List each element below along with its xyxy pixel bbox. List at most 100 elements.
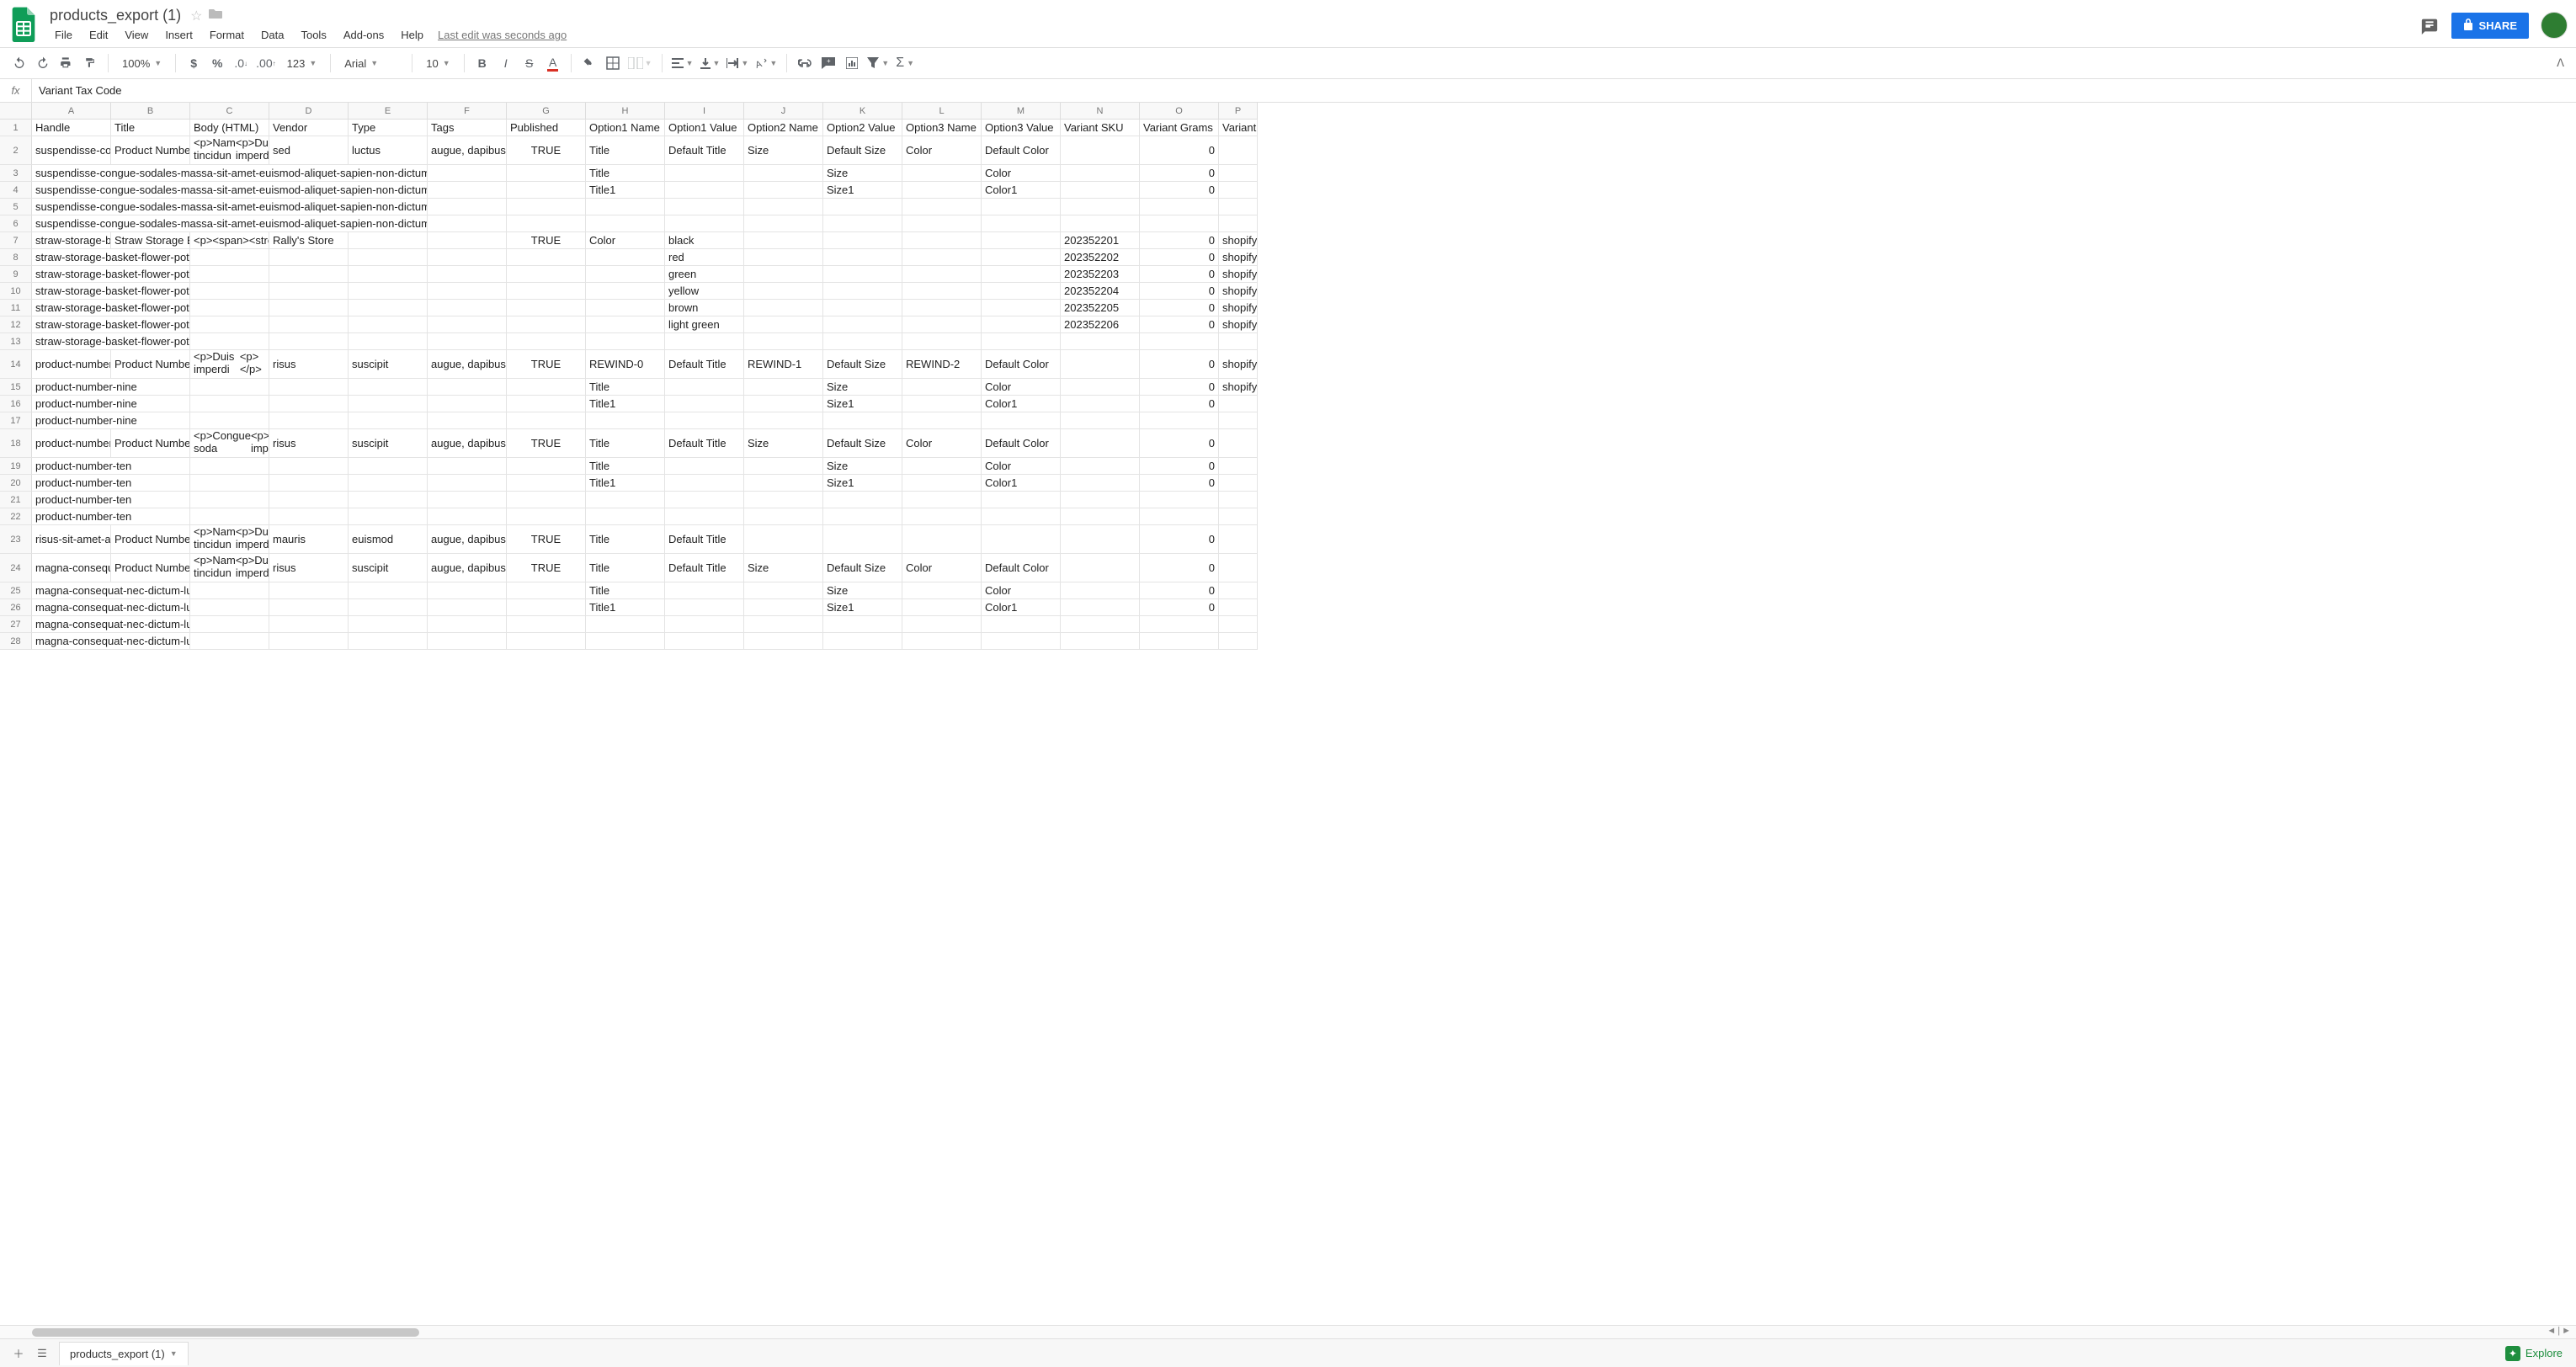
cell-F16[interactable] [428,396,507,412]
cell-O11[interactable]: 0 [1140,300,1219,316]
cell-D14[interactable]: risus [269,350,349,379]
scrollbar-thumb[interactable] [32,1328,419,1337]
cell-I3[interactable] [665,165,744,182]
cell-K18[interactable]: Default Size [823,429,902,458]
cell-A9[interactable]: straw-storage-basket-flower-pot [32,266,190,283]
cell-D15[interactable] [269,379,349,396]
cell-P15[interactable]: shopify [1219,379,1258,396]
row-head-16[interactable]: 16 [0,396,32,412]
cell-D26[interactable] [269,599,349,616]
all-sheets-icon[interactable]: ☰ [30,1342,54,1365]
col-head-N[interactable]: N [1061,103,1140,120]
row-head-15[interactable]: 15 [0,379,32,396]
cell-K11[interactable] [823,300,902,316]
cell-I18[interactable]: Default Title [665,429,744,458]
cell-O7[interactable]: 0 [1140,232,1219,249]
menu-view[interactable]: View [117,26,156,44]
cell-N16[interactable] [1061,396,1140,412]
cell-H12[interactable] [586,316,665,333]
cell-A27[interactable]: magna-consequat-nec-dictum-luctus [32,616,190,633]
cell-M23[interactable] [982,525,1061,554]
cell-E21[interactable] [349,492,428,508]
cell-J12[interactable] [744,316,823,333]
cell-B14[interactable]: Product Number [111,350,190,379]
cell-D9[interactable] [269,266,349,283]
cell-N21[interactable] [1061,492,1140,508]
cell-K6[interactable] [823,215,902,232]
cell-I8[interactable]: red [665,249,744,266]
cell-P14[interactable]: shopify [1219,350,1258,379]
cell-E26[interactable] [349,599,428,616]
cell-C19[interactable] [190,458,269,475]
cell-A7[interactable]: straw-storage-ba [32,232,111,249]
menu-data[interactable]: Data [253,26,291,44]
cell-K5[interactable] [823,199,902,215]
cell-P2[interactable] [1219,136,1258,165]
cell-K10[interactable] [823,283,902,300]
cell-D13[interactable] [269,333,349,350]
cell-L10[interactable] [902,283,982,300]
add-sheet-icon[interactable]: ＋ [7,1342,30,1365]
cell-J26[interactable] [744,599,823,616]
cell-K4[interactable]: Size1 [823,182,902,199]
cell-O6[interactable] [1140,215,1219,232]
cell-E18[interactable]: suscipit [349,429,428,458]
cell-E20[interactable] [349,475,428,492]
redo-icon[interactable] [32,52,54,74]
cell-C13[interactable] [190,333,269,350]
cell-D21[interactable] [269,492,349,508]
cell-O8[interactable]: 0 [1140,249,1219,266]
row-head-20[interactable]: 20 [0,475,32,492]
cell-J8[interactable] [744,249,823,266]
cell-M2[interactable]: Default Color [982,136,1061,165]
cell-D24[interactable]: risus [269,554,349,582]
cell-G12[interactable] [507,316,586,333]
cell-K22[interactable] [823,508,902,525]
cell-M8[interactable] [982,249,1061,266]
cell-C16[interactable] [190,396,269,412]
header-cell[interactable]: Variant SKU [1061,120,1140,136]
cell-L25[interactable] [902,582,982,599]
cell-P12[interactable]: shopify [1219,316,1258,333]
cell-N3[interactable] [1061,165,1140,182]
cell-L13[interactable] [902,333,982,350]
account-avatar[interactable] [2541,12,2568,39]
cell-B23[interactable]: Product Number [111,525,190,554]
cell-M22[interactable] [982,508,1061,525]
cell-L8[interactable] [902,249,982,266]
cell-P8[interactable]: shopify [1219,249,1258,266]
cell-A18[interactable]: product-number- [32,429,111,458]
cell-N24[interactable] [1061,554,1140,582]
header-cell[interactable]: Variant Grams [1140,120,1219,136]
cell-E9[interactable] [349,266,428,283]
cell-L28[interactable] [902,633,982,650]
cell-G11[interactable] [507,300,586,316]
cell-J11[interactable] [744,300,823,316]
cell-O17[interactable] [1140,412,1219,429]
cell-M11[interactable] [982,300,1061,316]
cell-M21[interactable] [982,492,1061,508]
cell-J27[interactable] [744,616,823,633]
cell-J20[interactable] [744,475,823,492]
cell-P17[interactable] [1219,412,1258,429]
cell-N19[interactable] [1061,458,1140,475]
explore-button[interactable]: ✦ Explore [2499,1343,2569,1364]
cell-E28[interactable] [349,633,428,650]
formula-input[interactable]: Variant Tax Code [32,79,2576,102]
cell-H17[interactable] [586,412,665,429]
cell-G7[interactable]: TRUE [507,232,586,249]
cell-K24[interactable]: Default Size [823,554,902,582]
cell-G28[interactable] [507,633,586,650]
cell-M26[interactable]: Color1 [982,599,1061,616]
cell-E15[interactable] [349,379,428,396]
cell-E12[interactable] [349,316,428,333]
cell-F19[interactable] [428,458,507,475]
cell-E27[interactable] [349,616,428,633]
col-head-F[interactable]: F [428,103,507,120]
cell-H4[interactable]: Title1 [586,182,665,199]
cell-M19[interactable]: Color [982,458,1061,475]
cell-F17[interactable] [428,412,507,429]
functions-icon[interactable]: Σ▼ [893,52,917,74]
cell-K16[interactable]: Size1 [823,396,902,412]
cell-I4[interactable] [665,182,744,199]
